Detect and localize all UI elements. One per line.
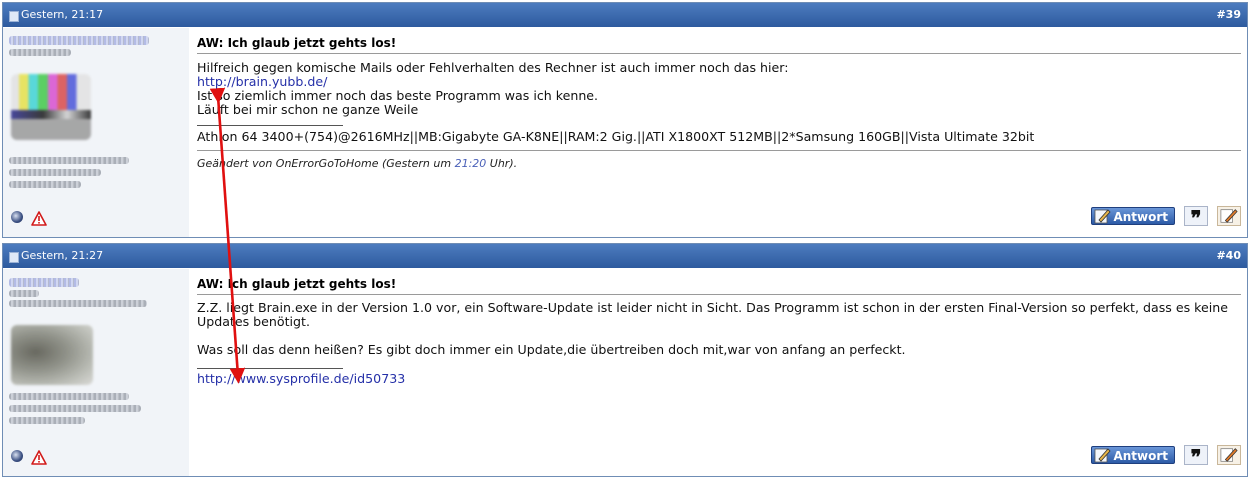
post-title: AW: Ich glaub jetzt gehts los! [197,36,397,50]
edit-icon [1220,448,1238,462]
username-blurred[interactable] [9,278,79,287]
signature-divider [197,125,343,126]
post-actions: Antwort ❞ [1041,445,1241,468]
body-line: Hilfreich gegen komische Mails oder Fehl… [197,60,789,75]
user-rank-blurred [9,290,39,297]
quote-button[interactable]: ❞ [1184,445,1208,468]
answer-button[interactable]: Antwort [1091,207,1175,225]
edit-button[interactable] [1217,206,1241,226]
edit-button[interactable] [1217,445,1241,465]
post-date: Gestern, 21:17 [21,8,104,21]
online-status-icon [11,211,23,223]
edit-icon [1220,209,1238,223]
quote-icon: ❞ [1190,206,1202,230]
document-icon [9,252,19,263]
body-line: Ist so ziemlich immer noch das beste Pro… [197,88,599,103]
body-paragraph: Was soll das denn heißen? Es gibt doch i… [197,342,906,357]
post-40: Gestern, 21:27 #40 AW: Ich glaub jetzt g… [2,243,1248,477]
post-number-link[interactable]: #40 [1216,244,1241,268]
post-date: Gestern, 21:27 [21,249,104,262]
signature-divider [197,368,343,369]
user-title-blurred [9,300,147,307]
post-header: Gestern, 21:17 #39 [3,3,1247,27]
edit-note: Geändert von OnErrorGoToHome (Gestern um… [197,157,518,170]
brain-link[interactable]: http://brain.yubb.de/ [197,74,327,89]
signature: Athlon 64 3400+(754)@2616MHz||MB:Gigabyt… [197,129,1035,144]
pen-icon [1094,209,1111,224]
answer-button[interactable]: Antwort [1091,446,1175,464]
quote-icon: ❞ [1190,445,1202,469]
title-divider [197,294,1241,295]
report-warning-icon[interactable] [31,450,47,466]
sysprofile-link[interactable]: http://www.sysprofile.de/id50733 [197,371,405,386]
edit-divider [197,150,1241,151]
pen-icon [1094,448,1111,463]
username-blurred[interactable] [9,36,149,45]
avatar [11,74,91,140]
post-body: Hilfreich gegen komische Mails oder Fehl… [197,61,1241,117]
user-rank-blurred [9,49,71,56]
quote-button[interactable]: ❞ [1184,206,1208,229]
post-header: Gestern, 21:27 #40 [3,244,1247,268]
document-icon [9,11,19,22]
user-details-blurred [9,405,141,412]
user-details-blurred [9,169,101,176]
user-details-blurred [9,181,81,188]
online-status-icon [11,450,23,462]
body-line: Läuft bei mir schon ne ganze Weile [197,102,419,117]
report-warning-icon[interactable] [31,211,47,227]
user-details-blurred [9,417,85,424]
post-body: Z.Z. liegt Brain.exe in der Version 1.0 … [197,301,1241,357]
post-39: Gestern, 21:17 #39 AW: Ich glaub jetzt g… [2,2,1248,238]
post-actions: Antwort ❞ [1041,206,1241,229]
body-paragraph: Z.Z. liegt Brain.exe in der Version 1.0 … [197,300,1228,329]
post-number-link[interactable]: #39 [1216,3,1241,27]
title-divider [197,53,1241,54]
user-info-column [3,269,189,476]
post-title: AW: Ich glaub jetzt gehts los! [197,277,397,291]
user-details-blurred [9,393,129,400]
avatar [11,325,93,385]
user-details-blurred [9,157,129,164]
user-info-column [3,28,189,237]
